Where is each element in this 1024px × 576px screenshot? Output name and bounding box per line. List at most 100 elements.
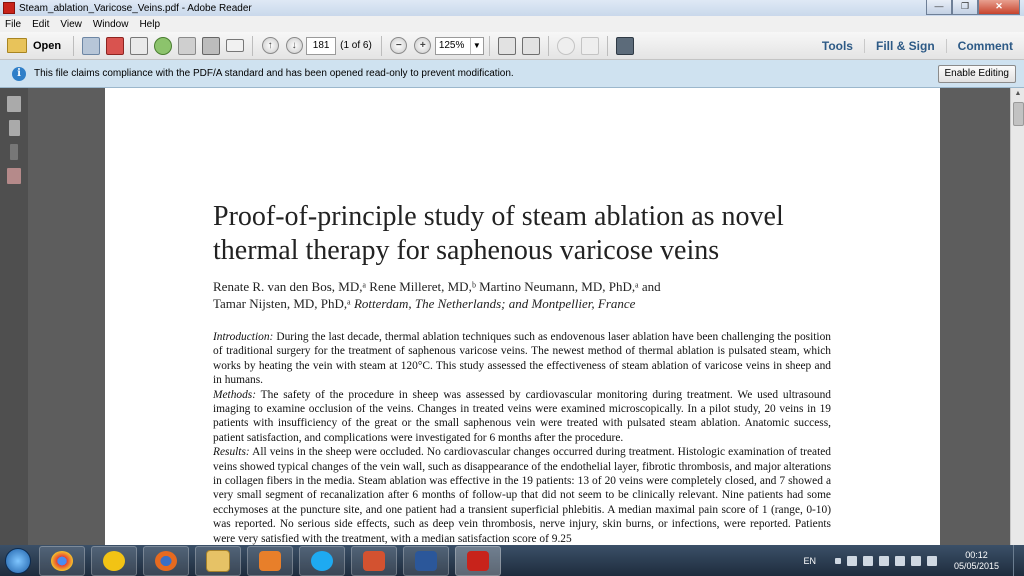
onedrive-icon[interactable]	[910, 555, 921, 566]
export-pdf-button[interactable]	[104, 35, 126, 57]
pdf-page: Proof-of-principle study of steam ablati…	[105, 88, 940, 545]
navigation-pane	[0, 88, 28, 545]
page-number-input[interactable]: 181	[306, 36, 337, 55]
fill-sign-button[interactable]: Fill & Sign	[863, 38, 946, 53]
vertical-scrollbar[interactable]: ▲	[1010, 88, 1024, 545]
next-page-button[interactable]: ↓	[283, 35, 305, 57]
create-pdf-icon	[82, 36, 101, 55]
document-area[interactable]: Proof-of-principle study of steam ablati…	[28, 88, 1010, 545]
folder-icon	[206, 549, 230, 572]
cloud-upload-icon	[154, 36, 173, 55]
taskbar-app-explorer[interactable]	[195, 545, 241, 576]
pencil-icon	[130, 36, 149, 55]
save-button[interactable]	[176, 35, 198, 57]
plus-icon: +	[414, 37, 432, 54]
taskbar-app-skype[interactable]	[299, 545, 345, 576]
firefox-icon	[155, 550, 177, 571]
menu-window[interactable]: Window	[88, 19, 135, 30]
zoom-select[interactable]: 125% ▼	[434, 36, 484, 55]
open-button[interactable]: Open	[1, 35, 67, 57]
security-icon[interactable]	[926, 555, 937, 566]
page-count: (1 of 6)	[340, 40, 372, 51]
taskbar: EN 00:12 05/05/2015	[0, 545, 1024, 576]
author-list: Renate R. van den Bos, MD,ᵃ Rene Millere…	[213, 278, 833, 312]
zoom-in-button[interactable]: +	[412, 35, 434, 57]
signatures-icon[interactable]	[7, 168, 21, 184]
email-button[interactable]	[224, 35, 246, 57]
menu-help[interactable]: Help	[134, 19, 166, 30]
comment-button[interactable]: Comment	[945, 38, 1024, 53]
window-controls: — ❐ ✕	[926, 0, 1020, 15]
expand-icon	[615, 36, 634, 55]
title-bar: Steam_ablation_Varicose_Veins.pdf - Adob…	[0, 0, 1024, 16]
menu-file[interactable]: File	[0, 19, 27, 30]
clock[interactable]: 00:12 05/05/2015	[954, 550, 999, 572]
toolbar-divider	[380, 35, 382, 56]
abstract-introduction: Introduction: During the last decade, th…	[213, 330, 831, 388]
introduction-text: During the last decade, thermal ablation…	[213, 331, 831, 387]
window-title: Steam_ablation_Varicose_Veins.pdf - Adob…	[19, 2, 252, 14]
comment-bubble-button[interactable]	[555, 35, 577, 57]
adobe-reader-icon	[3, 2, 15, 14]
maximize-button[interactable]: ❐	[952, 0, 978, 15]
info-icon: i	[12, 66, 26, 81]
save-icon	[178, 36, 197, 55]
enable-editing-button[interactable]: Enable Editing	[937, 65, 1016, 83]
task-pane-links: Tools Fill & Sign Comment	[811, 32, 1024, 59]
close-button[interactable]: ✕	[978, 0, 1020, 15]
results-label: Results:	[213, 446, 250, 459]
bookmark-icon[interactable]	[9, 120, 20, 136]
pdfa-notice-bar: i This file claims compliance with the P…	[0, 60, 1024, 88]
envelope-icon	[226, 39, 245, 52]
taskbar-app-norton[interactable]	[91, 545, 137, 576]
tools-button[interactable]: Tools	[811, 39, 864, 53]
menu-edit[interactable]: Edit	[27, 19, 55, 30]
language-indicator[interactable]: EN	[803, 556, 816, 566]
edit-pdf-button[interactable]	[128, 35, 150, 57]
folder-icon	[7, 38, 27, 53]
taskbar-app-powerpoint[interactable]	[351, 545, 397, 576]
zoom-out-button[interactable]: −	[388, 35, 410, 57]
printer-icon	[202, 36, 221, 55]
word-icon	[415, 550, 437, 571]
power-icon[interactable]	[878, 555, 889, 566]
full-screen-button[interactable]	[614, 35, 636, 57]
toolbar-divider	[547, 35, 549, 56]
clock-time: 00:12	[965, 549, 988, 560]
taskbar-app-firefox[interactable]	[143, 545, 189, 576]
upload-button[interactable]	[152, 35, 174, 57]
scrollbar-thumb[interactable]	[1013, 102, 1024, 126]
fit-width-icon	[497, 36, 516, 55]
action-center-icon[interactable]	[894, 555, 905, 566]
show-hidden-icons-icon[interactable]	[834, 557, 841, 564]
comment-bubble-icon	[556, 36, 575, 55]
highlight-button[interactable]	[579, 35, 601, 57]
create-pdf-button[interactable]	[80, 35, 102, 57]
fit-width-button[interactable]	[496, 35, 518, 57]
taskbar-app-media-player[interactable]	[247, 545, 293, 576]
taskbar-app-acrobat[interactable]	[455, 545, 501, 576]
introduction-label: Introduction:	[213, 331, 274, 343]
menu-bar: File Edit View Window Help	[0, 16, 1024, 33]
acrobat-icon	[467, 550, 489, 571]
print-button[interactable]	[200, 35, 222, 57]
start-button[interactable]	[0, 546, 36, 576]
system-tray: EN 00:12 05/05/2015	[803, 545, 1024, 576]
page-thumbnails-icon[interactable]	[7, 96, 21, 112]
attachment-icon[interactable]	[10, 144, 18, 160]
scroll-up-icon[interactable]: ▲	[1011, 88, 1024, 100]
methods-text: The safety of the procedure in sheep was…	[213, 388, 831, 444]
show-desktop-button[interactable]	[1013, 545, 1024, 576]
network-icon[interactable]	[846, 555, 857, 566]
abstract-methods: Methods: The safety of the procedure in …	[213, 388, 831, 446]
previous-page-button[interactable]: ↑	[259, 35, 281, 57]
minimize-button[interactable]: —	[926, 0, 952, 15]
fit-page-icon	[521, 36, 540, 55]
fit-page-button[interactable]	[520, 35, 542, 57]
chrome-icon	[51, 550, 73, 571]
taskbar-app-word[interactable]	[403, 545, 449, 576]
menu-view[interactable]: View	[55, 19, 88, 30]
taskbar-app-chrome[interactable]	[39, 545, 85, 576]
powerpoint-icon	[363, 550, 385, 571]
volume-icon[interactable]	[862, 555, 873, 566]
